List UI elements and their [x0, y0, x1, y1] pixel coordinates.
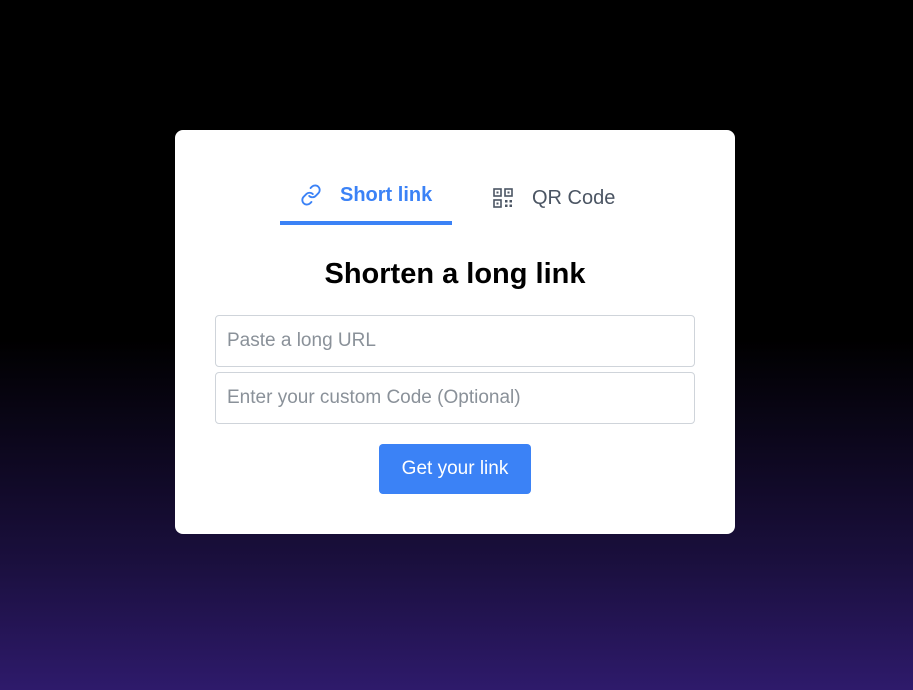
link-icon: [300, 184, 322, 206]
get-link-button[interactable]: Get your link: [379, 444, 531, 494]
qr-code-icon: [493, 188, 513, 208]
shortener-card: Short link QR Code Shorten a long link P…: [175, 130, 735, 534]
tab-qr-code[interactable]: QR Code: [490, 180, 630, 220]
custom-code-input[interactable]: [215, 372, 695, 424]
tab-short-link-label: Short link: [340, 184, 433, 206]
tab-bar: Short link QR Code: [175, 130, 735, 230]
tab-short-link[interactable]: Short link: [280, 180, 452, 225]
long-url-input[interactable]: [215, 315, 695, 367]
tab-qr-code-label: QR Code: [532, 187, 616, 209]
form-title: Shorten a long link: [324, 258, 586, 290]
